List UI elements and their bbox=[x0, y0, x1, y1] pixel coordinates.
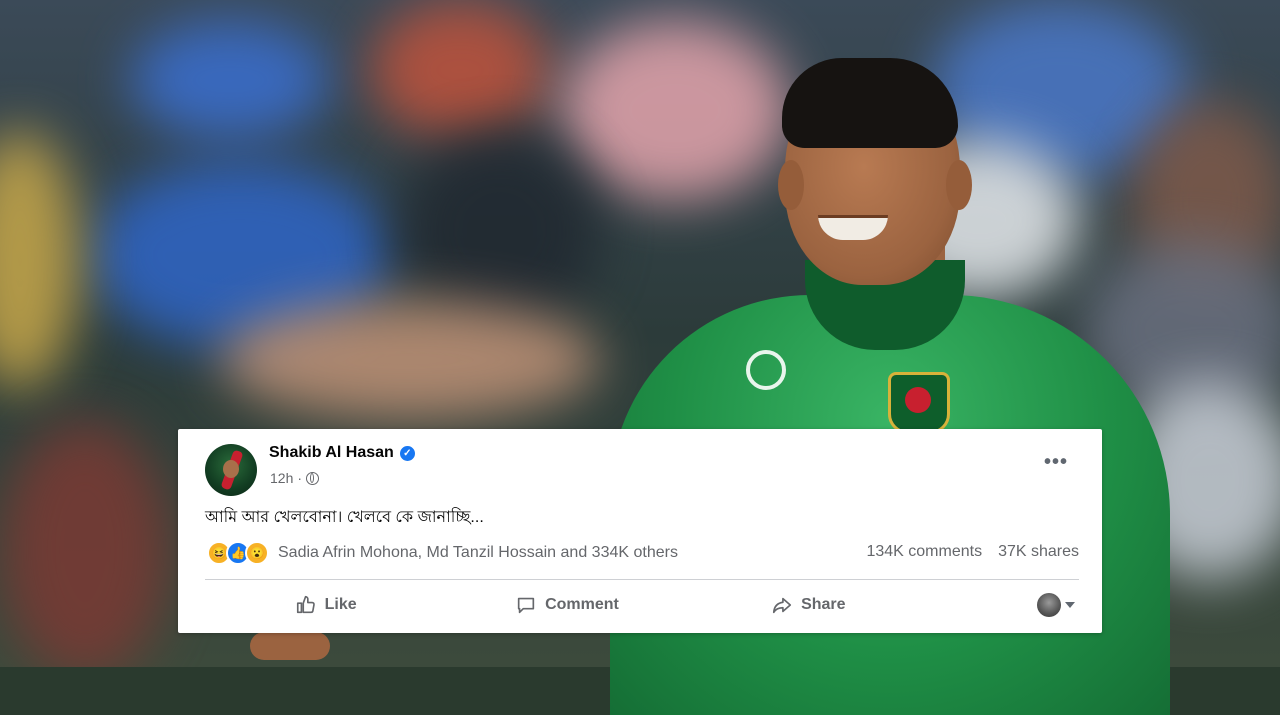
profile-mini-avatar bbox=[1037, 593, 1061, 617]
share-icon bbox=[773, 597, 792, 614]
share-button[interactable]: Share bbox=[688, 586, 929, 624]
ear-left bbox=[778, 160, 804, 210]
ear-right bbox=[946, 160, 972, 210]
divider bbox=[205, 579, 1079, 580]
post-actions: Like Comment Share bbox=[205, 586, 1079, 624]
shares-count[interactable]: 37K shares bbox=[998, 543, 1079, 561]
reactions-bar[interactable]: 😆 👍 😮 Sadia Afrin Mohona, Md Tanzil Hoss… bbox=[207, 541, 678, 565]
facebook-post-card: Shakib Al Hasan ✓ 12h · ••• আমি আর খেলবো… bbox=[178, 429, 1102, 633]
wow-icon: 😮 bbox=[245, 541, 269, 565]
more-options-icon[interactable]: ••• bbox=[1044, 452, 1068, 472]
comments-count[interactable]: 134K comments bbox=[866, 543, 982, 561]
comment-button[interactable]: Comment bbox=[446, 586, 687, 624]
react-as-selector[interactable] bbox=[1037, 593, 1075, 617]
reactions-summary[interactable]: Sadia Afrin Mohona, Md Tanzil Hossain an… bbox=[278, 544, 678, 562]
meta-separator: · bbox=[297, 470, 303, 486]
like-button[interactable]: Like bbox=[205, 586, 446, 624]
post-text: আমি আর খেলবোনা। খেলবে কে জানাচ্ছি... bbox=[205, 509, 484, 526]
engagement-counts: 134K comments 37K shares bbox=[866, 543, 1079, 561]
world-cup-logo bbox=[740, 350, 792, 420]
comment-label: Comment bbox=[545, 596, 619, 613]
like-label: Like bbox=[324, 596, 357, 613]
thumbs-up-icon bbox=[296, 595, 315, 614]
author-row: Shakib Al Hasan ✓ bbox=[269, 444, 415, 462]
share-label: Share bbox=[801, 596, 846, 613]
author-avatar[interactable] bbox=[205, 444, 257, 496]
globe-icon bbox=[306, 471, 320, 485]
hair bbox=[782, 58, 958, 148]
post-time[interactable]: 12h bbox=[270, 470, 293, 486]
author-name[interactable]: Shakib Al Hasan bbox=[269, 444, 394, 462]
post-meta: 12h · bbox=[270, 470, 320, 486]
verified-badge-icon: ✓ bbox=[399, 445, 415, 461]
hand bbox=[250, 632, 330, 660]
comment-icon bbox=[517, 597, 535, 614]
chevron-down-icon bbox=[1065, 602, 1075, 608]
team-crest bbox=[888, 372, 950, 434]
